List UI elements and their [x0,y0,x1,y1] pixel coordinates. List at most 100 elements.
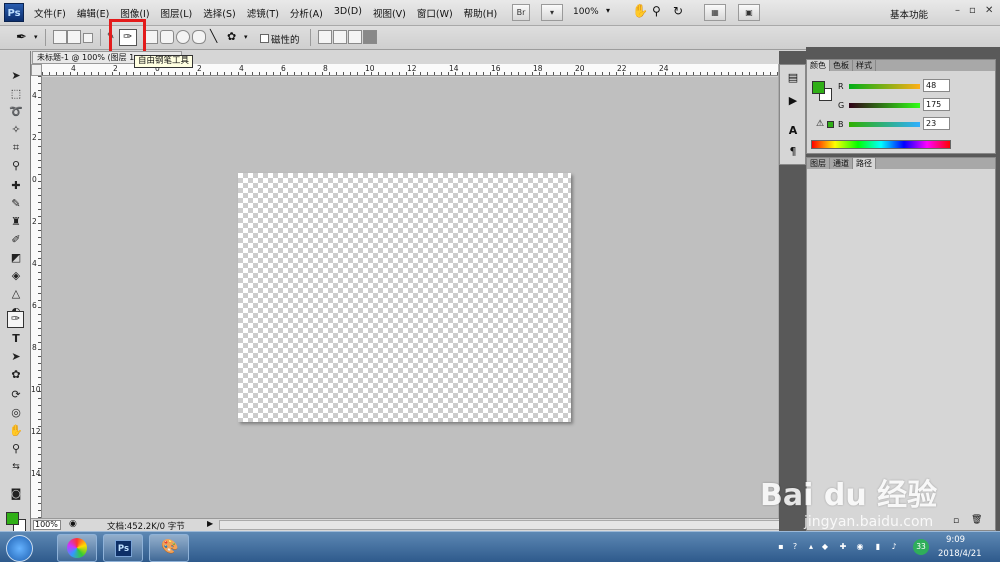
add-to-path-icon[interactable] [318,30,332,44]
tray-help-icon[interactable]: ? [790,542,800,552]
new-path-icon[interactable]: ▫ [953,516,959,526]
menu-select[interactable]: 选择(S) [203,6,235,20]
history-panel-icon[interactable]: ▤ [786,71,800,85]
line-tool-icon[interactable]: ╲ [210,29,217,43]
status-menu-arrow-icon[interactable]: ▶ [207,519,213,528]
eraser-tool-icon[interactable]: ◩ [9,251,23,265]
tray-network-icon[interactable]: ▪ [776,542,786,552]
type-tool-icon[interactable]: T [9,332,23,346]
menu-layer[interactable]: 图层(L) [161,6,193,20]
chevron-down-icon[interactable]: ▾ [244,33,248,41]
tab-color[interactable]: 颜色 [807,60,830,71]
shape-layers-icon[interactable] [53,30,67,44]
bridge-button[interactable]: Br [512,4,530,21]
arrange-documents-icon[interactable]: ▦ [704,4,726,21]
rectangle-tool-icon[interactable] [144,30,158,44]
path-selection-icon[interactable]: ➤ [9,350,23,364]
custom-shape-tool-icon[interactable]: ✿ [227,30,236,43]
clock-date[interactable]: 2018/4/21 [938,549,982,559]
tray-volume-icon[interactable]: ♪ [889,542,899,552]
ruler-vertical[interactable]: 4 2 0 2 4 6 8 10 12 14 [31,76,42,518]
hand-tool-icon[interactable]: ✋ [632,4,648,19]
chevron-down-icon[interactable]: ▾ [606,6,610,15]
status-info-icon[interactable]: ◉ [69,519,77,529]
tab-layers[interactable]: 图层 [807,158,830,169]
swap-colors-icon[interactable]: ⇆ [9,460,23,474]
lasso-tool-icon[interactable]: ➰ [9,105,23,119]
minimize-button[interactable]: – [955,5,960,16]
delete-path-icon[interactable]: 🗑 [971,515,982,525]
intersect-path-icon[interactable] [348,30,362,44]
history-brush-icon[interactable]: ✐ [9,233,23,247]
menu-help[interactable]: 帮助(H) [464,6,498,20]
healing-brush-icon[interactable]: ✚ [9,179,23,193]
start-button[interactable] [6,535,33,562]
magic-wand-icon[interactable]: ✧ [9,123,23,137]
restore-button[interactable]: ▫ [969,5,976,16]
menu-filter[interactable]: 滤镜(T) [247,6,279,20]
hand-tool-icon[interactable]: ✋ [9,424,23,438]
polygon-tool-icon[interactable] [192,30,206,44]
channel-r-slider[interactable] [849,84,920,89]
tab-styles[interactable]: 样式 [853,60,876,71]
marquee-tool-icon[interactable]: ⬚ [9,87,23,101]
menu-view[interactable]: 视图(V) [373,6,406,20]
subtract-path-icon[interactable] [333,30,347,44]
magnetic-checkbox[interactable] [260,34,269,43]
tool-preset-pen-icon[interactable]: ✒ [16,30,27,45]
web-safe-swatch[interactable] [827,121,834,128]
channel-b-slider[interactable] [849,122,920,127]
tray-shield-icon[interactable]: ◆ [820,542,830,552]
custom-shape-icon[interactable]: ✿ [9,368,23,382]
blur-tool-icon[interactable]: △ [9,287,23,301]
paragraph-panel-icon[interactable]: ¶ [786,145,800,159]
move-tool-icon[interactable]: ➤ [9,69,23,83]
paths-mode-icon[interactable] [67,30,81,44]
tray-app-icon[interactable]: ◉ [855,542,865,552]
tray-security-icon[interactable]: ✚ [838,542,848,552]
menu-file[interactable]: 文件(F) [34,6,66,20]
3d-orbit-icon[interactable]: ◎ [9,406,23,420]
tray-arrow-icon[interactable]: ▴ [806,542,816,552]
brush-tool-icon[interactable]: ✎ [9,197,23,211]
paint-bucket-icon[interactable]: ◈ [9,269,23,283]
eyedropper-icon[interactable]: ⚲ [9,159,23,173]
ruler-origin[interactable] [31,64,42,76]
menu-image[interactable]: 图像(I) [120,6,149,20]
menu-edit[interactable]: 编辑(E) [77,6,109,20]
rounded-rectangle-tool-icon[interactable] [160,30,174,44]
foreground-color-swatch[interactable] [6,512,19,525]
crop-tool-icon[interactable]: ⌗ [9,141,23,155]
menu-3d[interactable]: 3D(D) [334,6,362,20]
menu-window[interactable]: 窗口(W) [417,6,453,20]
chevron-down-icon[interactable]: ▾ [34,33,38,41]
horizontal-scrollbar[interactable] [219,520,787,530]
tab-swatches[interactable]: 色板 [830,60,853,71]
quick-mask-icon[interactable]: ◙ [9,487,23,501]
clock-time[interactable]: 9:09 [946,535,965,545]
freeform-pen-tool-icon[interactable]: ✑ [7,311,24,328]
rotate-view-icon[interactable]: ↻ [673,4,683,18]
actions-panel-icon[interactable]: ▶ [786,94,800,108]
channel-r-value[interactable]: 48 [923,79,950,92]
zoom-level-select[interactable]: 100% [573,7,599,17]
tab-paths[interactable]: 路径 [853,158,876,169]
tray-badge[interactable]: 33 [913,539,929,555]
zoom-tool-icon[interactable]: ⚲ [9,442,23,456]
workspace-switcher[interactable]: 基本功能 [890,7,928,21]
status-zoom-input[interactable]: 100% [33,520,61,530]
document-canvas[interactable] [238,173,571,422]
canvas-area[interactable] [42,77,778,518]
ellipse-tool-icon[interactable] [176,30,190,44]
character-panel-icon[interactable]: A [786,124,800,138]
channel-g-value[interactable]: 175 [923,98,950,111]
tab-channels[interactable]: 通道 [830,158,853,169]
3d-rotate-icon[interactable]: ⟳ [9,388,23,402]
clone-stamp-icon[interactable]: ♜ [9,215,23,229]
extras-dropdown-icon[interactable]: ▾ [541,4,563,21]
menu-analysis[interactable]: 分析(A) [290,6,323,20]
color-spectrum-ramp[interactable] [811,140,951,149]
screen-mode-icon[interactable]: ▣ [738,4,760,21]
exclude-path-icon[interactable] [363,30,377,44]
channel-g-slider[interactable] [849,103,920,108]
